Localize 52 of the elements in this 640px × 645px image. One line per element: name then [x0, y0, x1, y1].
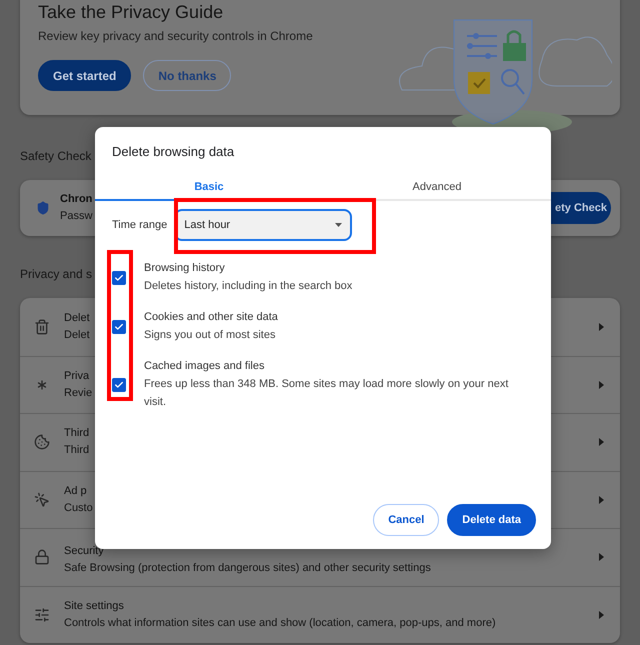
caret-icon [599, 610, 604, 619]
setting-description: Revie [64, 386, 92, 401]
checkbox[interactable] [112, 320, 126, 334]
setting-title[interactable]: Ad p [64, 482, 87, 500]
setting-description: Delet [64, 328, 90, 343]
section-heading: Safety Check [20, 148, 92, 164]
safety-check-subtitle: Passw [60, 209, 92, 224]
cancel-button[interactable]: Cancel [373, 504, 440, 536]
dismiss-button[interactable]: No thanks [143, 60, 232, 91]
caret-icon [599, 496, 604, 504]
setting-description: Safe Browsing (protection from dangerous sites) and other security settings [64, 561, 431, 576]
safety-check-title: Chron [60, 192, 92, 207]
option-description: Frees up less than 348 MB. Some sites may load more slowly on your next visit. [144, 377, 510, 410]
setting-description: Third [64, 443, 90, 458]
cursor-icon [34, 492, 50, 508]
checkmark-icon [114, 380, 124, 390]
safety-check-button[interactable]: ety Check [551, 192, 611, 224]
caret-icon [599, 322, 604, 331]
setting-title[interactable]: Security [64, 543, 104, 560]
caret-icon [599, 380, 604, 389]
option-description: Signs you out of most sites [144, 328, 276, 343]
option-title: Cached images and files [144, 359, 266, 374]
dropdown-arrow-icon [335, 223, 342, 227]
privacy-guide-title: Take the Privacy Guide [38, 1, 224, 24]
section-heading: Privacy and s [20, 266, 92, 282]
dialog-title: Delete browsing data [111, 143, 236, 160]
caret-icon [599, 553, 604, 562]
sliders-icon [34, 606, 50, 623]
setting-title[interactable]: Third [64, 425, 90, 442]
delete-data-button[interactable]: Delete data [447, 504, 536, 536]
setting-description: Custo [64, 500, 93, 516]
dialog-tab[interactable]: Basic [95, 174, 323, 201]
get-started-button[interactable]: Get started [38, 60, 132, 91]
setting-title[interactable]: Priva [64, 368, 90, 385]
checkmark-icon [114, 322, 124, 332]
checkbox[interactable] [112, 378, 126, 392]
cookie-icon [34, 434, 50, 450]
shield-icon [36, 201, 50, 215]
option-title: Browsing history [144, 261, 226, 276]
checkbox[interactable] [112, 270, 126, 284]
caret-icon [599, 438, 604, 446]
dialog-tab[interactable]: Advanced [323, 174, 551, 201]
lock-icon [34, 549, 50, 566]
option-description: Deletes history, including in the search box [144, 279, 352, 294]
time-range-label: Time range [112, 219, 168, 231]
checkmark-icon [114, 272, 124, 282]
option-title: Cookies and other site data [144, 310, 278, 325]
trash-icon [34, 318, 50, 335]
setting-title[interactable]: Site settings [64, 598, 124, 615]
privacy-guide-description: Review key privacy and security controls in Chrome [38, 28, 313, 44]
setting-title[interactable]: Delet [64, 310, 90, 327]
setting-description: Controls what information sites can use and show (location, camera, pop-ups, and more) [64, 616, 496, 631]
